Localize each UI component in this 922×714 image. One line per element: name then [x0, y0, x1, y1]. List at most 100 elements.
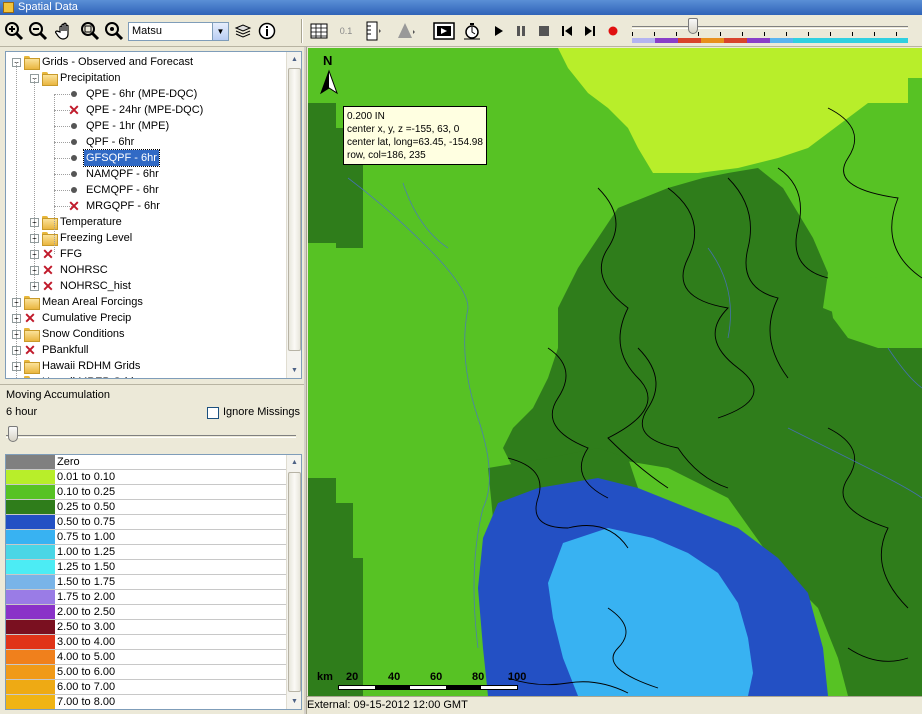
zoom-box-icon[interactable]: [79, 19, 101, 43]
table-icon[interactable]: [308, 19, 330, 43]
step-back-icon[interactable]: [556, 19, 578, 43]
tree-item[interactable]: + Freezing Level: [6, 230, 286, 246]
tree-item[interactable]: + ✕ NOHRSC: [6, 262, 286, 278]
legend-label: 0.01 to 0.10: [57, 471, 116, 483]
tree-item[interactable]: GFSQPF - 6hr: [6, 149, 286, 167]
tree-item-label: FFG: [60, 248, 82, 260]
tree-item[interactable]: + Temperature: [6, 214, 286, 230]
accumulation-slider-thumb[interactable]: [8, 426, 18, 442]
region-value: Matsu: [132, 25, 162, 37]
tooltip-value: 0.200 IN: [347, 111, 385, 122]
folder-icon: [24, 56, 40, 70]
tree-item[interactable]: − Precipitation: [6, 70, 286, 86]
tree-item[interactable]: + ✕ FFG: [6, 246, 286, 262]
legend-swatch: [6, 470, 55, 484]
tree-item[interactable]: + ✕ PBankfull: [6, 342, 286, 358]
tree-item-label: Mean Areal Forcings: [42, 296, 143, 308]
record-icon[interactable]: [602, 19, 624, 43]
tree-item[interactable]: + ✕ NOHRSC_hist: [6, 278, 286, 294]
tree-item-label: Grids - Observed and Forecast: [42, 56, 194, 68]
tree-item[interactable]: + Mean Areal Forcings: [6, 294, 286, 310]
tree-item-label: QPE - 1hr (MPE): [86, 120, 170, 132]
warning-icon[interactable]: [396, 19, 418, 43]
ignore-missings-checkbox[interactable]: [207, 407, 219, 419]
pan-hand-icon[interactable]: [54, 19, 76, 43]
tree-item[interactable]: ECMQPF - 6hr: [6, 182, 286, 198]
legend-swatch: [6, 560, 55, 574]
north-label: N: [323, 53, 333, 68]
chevron-down-icon[interactable]: ▼: [212, 23, 228, 40]
legend-scrollbar[interactable]: ▲ ▼: [286, 455, 301, 709]
time-slider-thumb[interactable]: [687, 18, 698, 34]
accumulation-slider[interactable]: [6, 426, 296, 446]
animation-icon[interactable]: [432, 19, 456, 43]
scale-tick: 100: [508, 671, 527, 683]
tree-scrollbar[interactable]: ▲ ▼: [286, 52, 301, 378]
ignore-missings-label[interactable]: Ignore Missings: [223, 406, 300, 418]
legend-row: 4.00 to 5.00: [6, 650, 288, 665]
legend-label: 1.50 to 1.75: [57, 576, 116, 588]
time-slider-color-segment: [816, 38, 839, 43]
tree-item[interactable]: − Grids - Observed and Forecast: [6, 54, 286, 70]
tree-item[interactable]: ✕ MRGQPF - 6hr: [6, 198, 286, 214]
time-step-icon[interactable]: [461, 19, 483, 43]
tree-item[interactable]: NAMQPF - 6hr: [6, 166, 286, 182]
legend-row: 1.25 to 1.50: [6, 560, 288, 575]
window-title: Spatial Data: [18, 1, 78, 13]
info-icon[interactable]: [256, 19, 278, 43]
pause-icon[interactable]: [510, 19, 532, 43]
tree-item-label: NAMQPF - 6hr: [86, 168, 159, 180]
expand-icon[interactable]: +: [12, 378, 21, 379]
values-icon[interactable]: 0.1: [333, 19, 359, 43]
step-forward-icon[interactable]: [579, 19, 601, 43]
layers-icon[interactable]: [232, 19, 254, 43]
scale-tick: 60: [430, 671, 443, 683]
zoom-in-icon[interactable]: [3, 19, 25, 43]
legend-swatch: [6, 695, 55, 709]
map-view[interactable]: N 0.200 IN center x, y, z =-155, 63, 0 c…: [308, 48, 922, 696]
legend-label: 1.25 to 1.50: [57, 561, 116, 573]
legend-swatch: [6, 500, 55, 514]
grid-item-icon: [71, 155, 77, 161]
time-slider-track: [632, 26, 908, 29]
grid-item-icon: [71, 139, 77, 145]
data-tree[interactable]: − Grids - Observed and Forecast − Precipita…: [5, 51, 302, 379]
panel-splitter[interactable]: [304, 47, 307, 714]
tooltip-xyz: center x, y, z =-155, 63, 0: [347, 124, 460, 135]
tree-scroll-thumb[interactable]: [288, 68, 301, 351]
tree-item[interactable]: QPF - 6hr: [6, 134, 286, 150]
tree-item[interactable]: + Hawaii MREP Grids: [6, 374, 286, 379]
gauge-icon[interactable]: [362, 19, 384, 43]
tooltip-rowcol: row, col=186, 235: [347, 150, 426, 161]
tree-item-label: PBankfull: [42, 344, 89, 356]
legend-label: 1.00 to 1.25: [57, 546, 116, 558]
accumulation-panel: Moving Accumulation 6 hour Ignore Missin…: [0, 384, 305, 452]
tree-item[interactable]: QPE - 1hr (MPE): [6, 118, 286, 134]
legend-row: 0.10 to 0.25: [6, 485, 288, 500]
tree-item[interactable]: + ✕ Cumulative Precip: [6, 310, 286, 326]
toolbar-separator: [301, 19, 303, 43]
time-slider-color-segment: [862, 38, 885, 43]
region-select[interactable]: Matsu ▼: [128, 22, 229, 41]
legend-scroll-thumb[interactable]: [288, 472, 301, 692]
tree-item[interactable]: + Snow Conditions: [6, 326, 286, 342]
legend-swatch: [6, 515, 55, 529]
zoom-out-icon[interactable]: [27, 19, 49, 43]
tree-item-label: ECMQPF - 6hr: [86, 184, 159, 196]
time-slider-color-segment: [655, 38, 678, 43]
scroll-up-icon[interactable]: ▲: [287, 52, 301, 67]
tree-item[interactable]: ✕ QPE - 24hr (MPE-DQC): [6, 102, 286, 118]
legend-row: 0.01 to 0.10: [6, 470, 288, 485]
tree-item-label: Freezing Level: [60, 232, 133, 244]
scroll-down-icon[interactable]: ▼: [287, 363, 301, 378]
tree-item-label: Hawaii RDHM Grids: [42, 360, 141, 372]
scroll-up-icon[interactable]: ▲: [287, 455, 301, 470]
zoom-full-icon[interactable]: [103, 19, 125, 43]
stop-icon[interactable]: [533, 19, 555, 43]
legend-row: 0.50 to 0.75: [6, 515, 288, 530]
time-slider[interactable]: [632, 18, 908, 44]
tree-item[interactable]: + Hawaii RDHM Grids: [6, 358, 286, 374]
play-icon[interactable]: [488, 19, 510, 43]
scroll-down-icon[interactable]: ▼: [287, 694, 301, 709]
tree-item[interactable]: QPE - 6hr (MPE-DQC): [6, 86, 286, 102]
